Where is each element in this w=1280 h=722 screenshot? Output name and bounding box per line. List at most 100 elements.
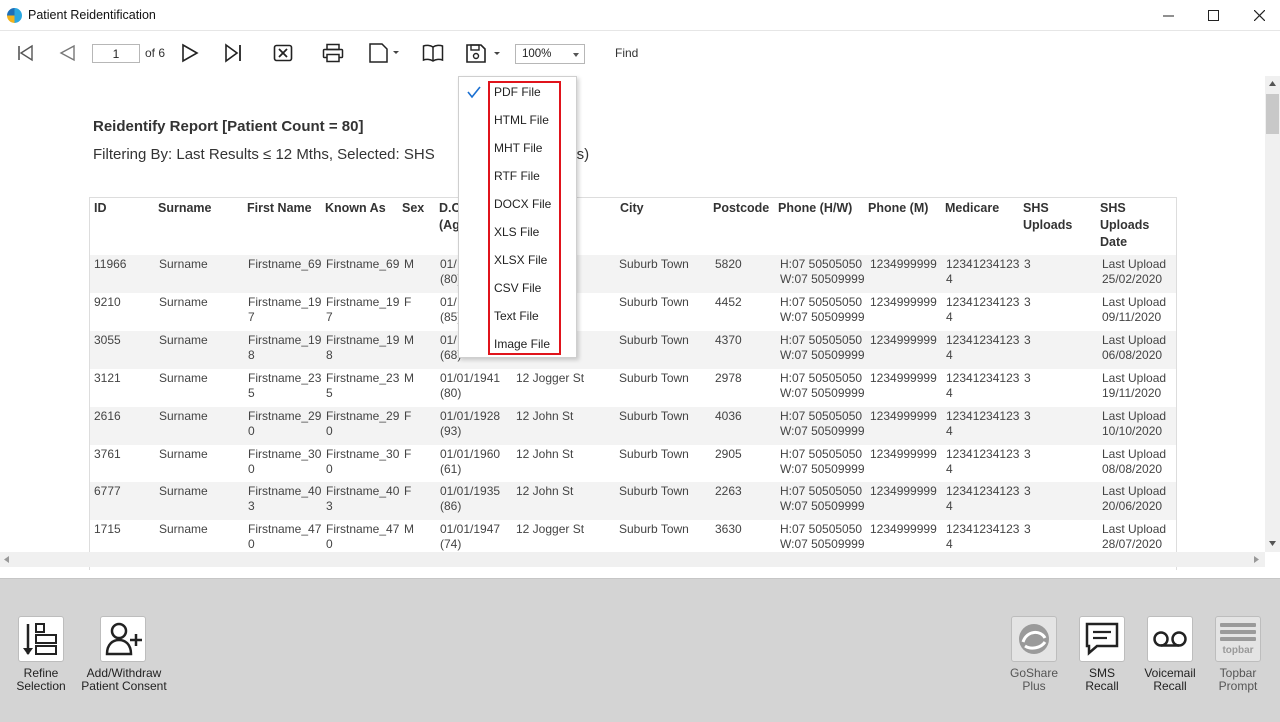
refine-selection-button[interactable] bbox=[18, 616, 64, 662]
voicemail-recall-button[interactable] bbox=[1147, 616, 1193, 662]
previous-page-button[interactable] bbox=[54, 37, 80, 69]
table-cell-known: Firstname_30 0 bbox=[326, 447, 400, 476]
column-header: City bbox=[620, 201, 644, 215]
export-save-button[interactable] bbox=[462, 37, 502, 69]
table-cell-city: Suburb Town bbox=[619, 484, 689, 498]
menu-item-xls-file[interactable]: XLS File bbox=[494, 224, 539, 240]
vertical-scroll-thumb[interactable] bbox=[1266, 94, 1279, 134]
menu-item-csv-file[interactable]: CSV File bbox=[494, 280, 541, 296]
table-cell-ud: Last Upload 09/11/2020 bbox=[1102, 295, 1167, 324]
sms-recall-button[interactable] bbox=[1079, 616, 1125, 662]
table-row: 2616 Surname Firstname_29 0 Firstname_29 0 F 01… bbox=[90, 407, 1176, 445]
close-window-button[interactable] bbox=[1236, 0, 1280, 31]
table-cell-first: Firstname_23 5 bbox=[248, 371, 322, 400]
menu-item-pdf-file[interactable]: PDF File bbox=[494, 84, 541, 100]
table-cell-known: Firstname_69 bbox=[326, 257, 400, 271]
table-cell-surname: Surname bbox=[159, 447, 208, 461]
table-cell-postcode: 3630 bbox=[715, 522, 742, 536]
table-cell-postcode: 5820 bbox=[715, 257, 742, 271]
checkmark-icon bbox=[467, 86, 481, 99]
last-page-button[interactable] bbox=[220, 37, 246, 69]
table-cell-up: 3 bbox=[1024, 257, 1031, 271]
table-cell-sex: F bbox=[404, 409, 412, 423]
scroll-left-icon bbox=[4, 556, 9, 563]
table-cell-up: 3 bbox=[1024, 522, 1031, 536]
horizontal-scrollbar[interactable] bbox=[0, 552, 1265, 567]
table-row: 9210 Surname Firstname_19 7 Firstname_19 7 F 01… bbox=[90, 293, 1176, 331]
menu-item-xlsx-file[interactable]: XLSX File bbox=[494, 252, 547, 268]
page-setup-button[interactable] bbox=[365, 37, 401, 69]
menu-item-text-file[interactable]: Text File bbox=[494, 308, 539, 324]
title-bar: Patient Reidentification bbox=[0, 0, 1280, 31]
table-cell-first: Firstname_19 8 bbox=[248, 333, 322, 362]
topbar-logo-icon: topbar bbox=[1220, 623, 1256, 656]
table-cell-city: Suburb Town bbox=[619, 409, 689, 423]
table-cell-ph: H:07 50505050 W:07 50509999 bbox=[780, 371, 865, 400]
refine-selection-label: Refine Selection bbox=[16, 666, 66, 693]
first-page-button[interactable] bbox=[12, 37, 38, 69]
column-header: First Name bbox=[247, 201, 312, 215]
scroll-up-icon bbox=[1269, 81, 1276, 86]
goshare-plus-label: GoShare Plus bbox=[1009, 666, 1059, 693]
close-preview-button[interactable] bbox=[270, 37, 296, 69]
menu-item-rtf-file[interactable]: RTF File bbox=[494, 168, 540, 184]
add-withdraw-consent-button[interactable] bbox=[100, 616, 146, 662]
menu-item-image-file[interactable]: Image File bbox=[494, 336, 550, 352]
table-cell-addr: 12 John St bbox=[516, 484, 574, 498]
table-cell-ud: Last Upload 10/10/2020 bbox=[1102, 409, 1167, 438]
patient-table: ID Surname First Name Known As Sex D.O (Ag City… bbox=[89, 197, 1177, 570]
table-row: 11966 Surname Firstname_69 Firstname_69 M 01/… bbox=[90, 255, 1176, 293]
table-cell-city: Suburb Town bbox=[619, 257, 689, 271]
menu-item-mht-file[interactable]: MHT File bbox=[494, 140, 542, 156]
vertical-scrollbar[interactable] bbox=[1265, 76, 1280, 552]
table-cell-up: 3 bbox=[1024, 333, 1031, 347]
column-header: Phone (M) bbox=[868, 201, 929, 215]
view-mode-button[interactable] bbox=[420, 37, 446, 69]
table-row: 3121 Surname Firstname_23 5 Firstname_23 5 M 01… bbox=[90, 369, 1176, 407]
app-logo-icon bbox=[7, 8, 22, 23]
chevron-down-icon bbox=[573, 53, 579, 57]
add-user-icon bbox=[105, 622, 142, 656]
report-filter-text: Filtering By: Last Results ≤ 12 Mths, Se… bbox=[93, 146, 435, 163]
find-button[interactable]: Find bbox=[615, 46, 638, 60]
page-number-input[interactable] bbox=[92, 44, 140, 63]
table-cell-mob: 1234999999 bbox=[870, 371, 937, 385]
column-header: Medicare bbox=[945, 201, 1000, 215]
table-cell-id: 6777 bbox=[94, 484, 121, 498]
minimize-button[interactable] bbox=[1145, 0, 1191, 31]
previous-page-icon bbox=[59, 44, 75, 62]
table-cell-surname: Surname bbox=[159, 257, 208, 271]
save-disk-icon bbox=[466, 44, 500, 63]
table-cell-addr: 12 Jogger St bbox=[516, 371, 585, 385]
maximize-button[interactable] bbox=[1190, 0, 1236, 31]
close-icon bbox=[1253, 10, 1265, 21]
minimize-icon bbox=[1162, 15, 1174, 17]
voicemail-recall-label: Voicemail Recall bbox=[1144, 666, 1196, 693]
menu-item-html-file[interactable]: HTML File bbox=[494, 112, 549, 128]
next-page-button[interactable] bbox=[176, 37, 202, 69]
table-cell-addr: 12 John St bbox=[516, 447, 574, 461]
goshare-plus-button[interactable] bbox=[1011, 616, 1057, 662]
report-title: Reidentify Report [Patient Count = 80] bbox=[93, 118, 364, 135]
table-cell-med: 12341234123 4 bbox=[946, 522, 1020, 551]
zoom-select[interactable]: 100% bbox=[515, 44, 585, 64]
table-cell-postcode: 4036 bbox=[715, 409, 742, 423]
next-page-icon bbox=[182, 43, 199, 63]
report-preview[interactable]: Reidentify Report [Patient Count = 80] F… bbox=[0, 76, 1280, 570]
print-button[interactable] bbox=[319, 37, 347, 69]
goshare-icon bbox=[1019, 624, 1049, 654]
table-cell-surname: Surname bbox=[159, 371, 208, 385]
table-cell-city: Suburb Town bbox=[619, 333, 689, 347]
table-row: 3761 Surname Firstname_30 0 Firstname_30 0 F 01… bbox=[90, 445, 1176, 483]
menu-item-docx-file[interactable]: DOCX File bbox=[494, 196, 551, 212]
table-cell-sex: M bbox=[404, 257, 414, 271]
table-cell-ph: H:07 50505050 W:07 50509999 bbox=[780, 522, 865, 551]
topbar-prompt-button[interactable]: topbar bbox=[1215, 616, 1261, 662]
table-cell-id: 3121 bbox=[94, 371, 121, 385]
export-format-menu: PDF File HTML File MHT File RTF File DOCX Fi… bbox=[458, 76, 577, 358]
table-cell-sex: F bbox=[404, 295, 412, 309]
open-book-icon bbox=[422, 44, 444, 62]
column-header: Postcode bbox=[713, 201, 770, 215]
table-cell-known: Firstname_40 3 bbox=[326, 484, 400, 513]
table-cell-up: 3 bbox=[1024, 447, 1031, 461]
